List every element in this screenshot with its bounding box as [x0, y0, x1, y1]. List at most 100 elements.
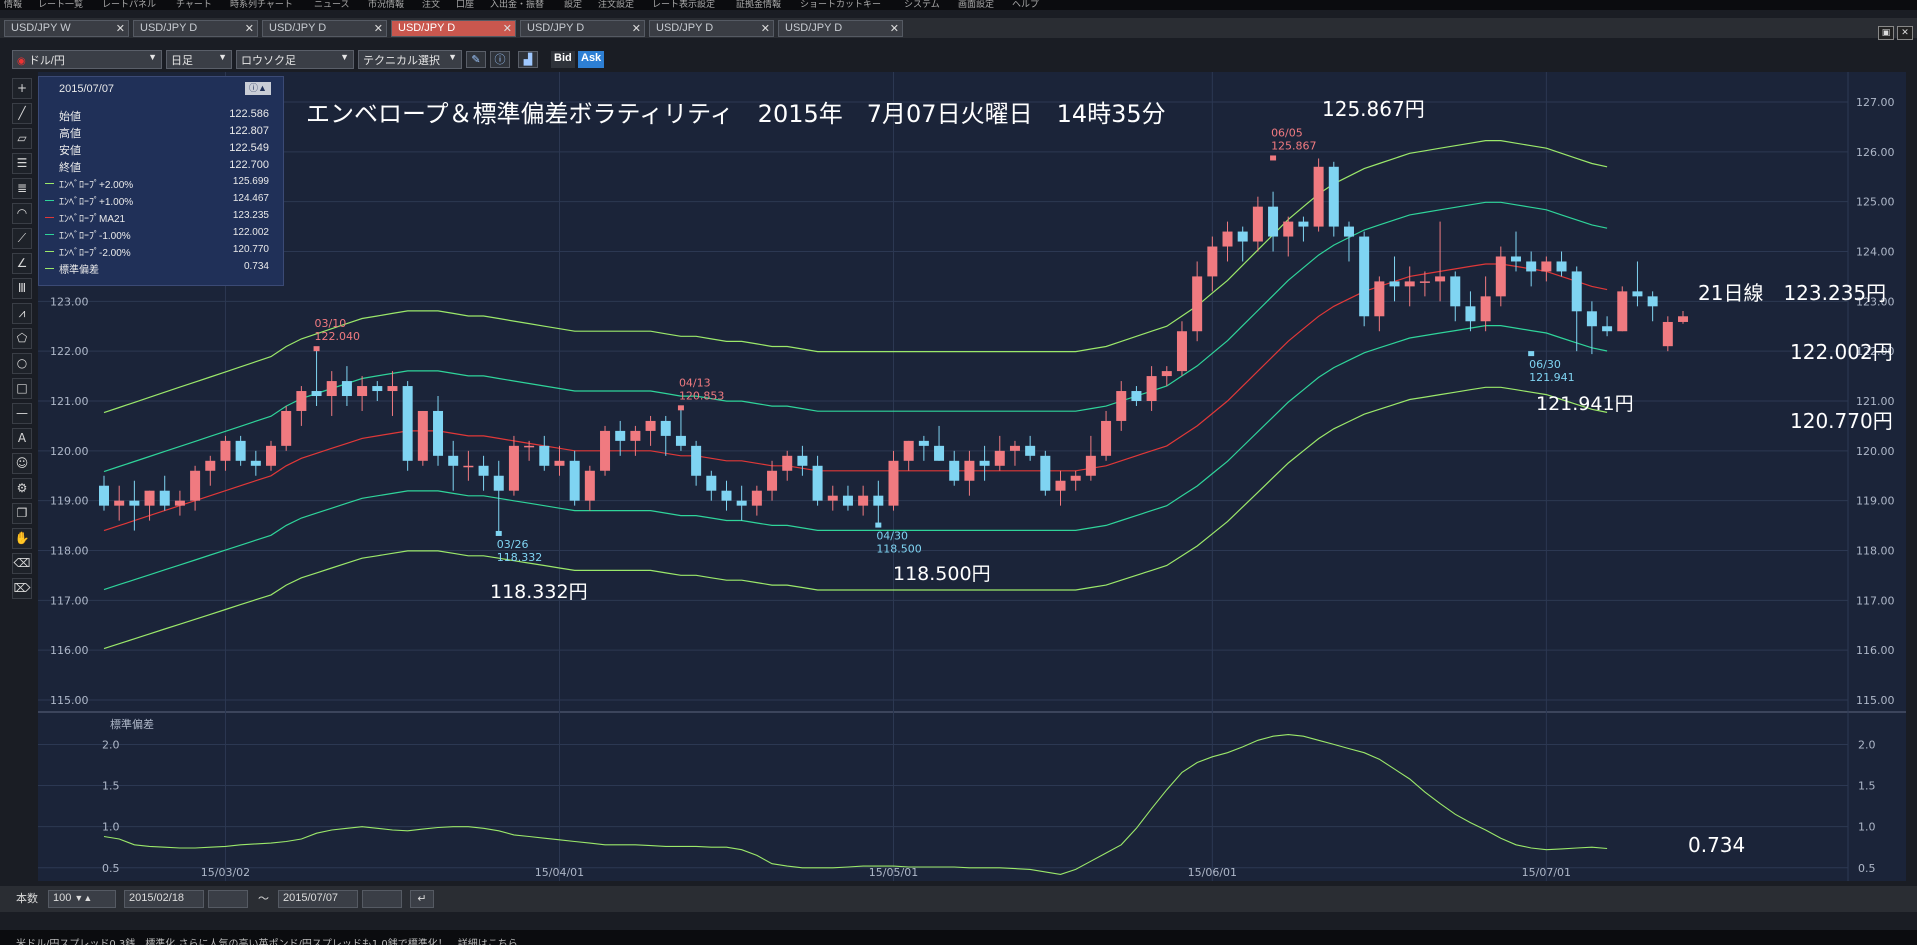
close-tab-icon[interactable]: ✕	[761, 22, 770, 35]
candle-body	[1419, 281, 1430, 283]
copy-icon[interactable]: ❐	[12, 503, 32, 524]
candle-body	[524, 445, 535, 448]
menu-item[interactable]: レート表示設定	[652, 0, 715, 10]
volume-chart-icon[interactable]: ▟	[518, 51, 538, 68]
fan-lines-icon[interactable]: ⟋	[12, 228, 32, 249]
price-chart[interactable]: 127.00127.00126.00126.00125.00125.00124.…	[38, 72, 1906, 881]
ma21-annotation: 21日線 123.235円	[1698, 281, 1886, 305]
pitchfork-icon[interactable]: ⩘	[12, 303, 32, 324]
chart-tab[interactable]: USD/JPY D ✕	[778, 20, 903, 37]
to-time-input[interactable]	[362, 890, 402, 908]
angle-icon[interactable]: ∠	[12, 253, 32, 274]
menu-item[interactable]: チャート	[176, 0, 212, 10]
candle-body	[1025, 445, 1036, 456]
menu-item[interactable]: 証拠金情報	[736, 0, 781, 10]
ask-button[interactable]: Ask	[578, 51, 605, 68]
price-tick-label: 117.00	[1856, 594, 1895, 607]
menu-item[interactable]: ニュース	[314, 0, 350, 10]
info-row: 始値 122.586	[43, 108, 279, 123]
menu-item[interactable]: 情報	[4, 0, 22, 10]
menu-item[interactable]: 口座	[456, 0, 474, 10]
info-icon[interactable]: ⓘ	[490, 51, 510, 68]
menu-item[interactable]: 注文設定	[598, 0, 634, 10]
icon-stamp-icon[interactable]: ☺	[12, 453, 32, 474]
footer-ticker[interactable]: 米ドル/円スプレッド0.3銭 標準化 さらに人気の高い英ポンド/円スプレッドも1…	[0, 930, 1917, 945]
menu-item[interactable]: 注文	[422, 0, 440, 10]
count-stepper[interactable]: 100 ▼▲	[48, 890, 116, 908]
menu-item[interactable]: 入出金・振替	[490, 0, 544, 10]
candle-body	[1541, 261, 1552, 272]
info-value: 120.770	[232, 244, 269, 255]
erase-all-icon[interactable]: ⌦	[12, 578, 32, 599]
chevron-down-icon: ▼	[148, 52, 157, 62]
hand-icon[interactable]: ✋	[12, 528, 32, 549]
to-date-input[interactable]: 2015/07/07	[278, 890, 358, 908]
stamp-settings-icon[interactable]: ⚙	[12, 478, 32, 499]
chart-tab[interactable]: USD/JPY W ✕	[4, 20, 129, 37]
currency-pair-select[interactable]: ◉ ドル/円 ▼	[12, 50, 162, 69]
pentagon-icon[interactable]: ⬠	[12, 328, 32, 349]
draw-pen-icon[interactable]: ✎	[466, 51, 486, 68]
crosshair-icon[interactable]: +	[12, 78, 32, 99]
close-tab-icon[interactable]: ✕	[632, 22, 641, 35]
ruler-icon[interactable]: ▱	[12, 128, 32, 149]
candle-body	[691, 445, 702, 476]
menu-item[interactable]: 時系列チャート	[230, 0, 293, 10]
refresh-icon[interactable]: ↵	[410, 890, 434, 908]
candle-body	[1465, 306, 1476, 322]
technical-select[interactable]: テクニカル選択 ▼	[358, 50, 462, 69]
trendline-icon[interactable]: ╱	[12, 103, 32, 124]
info-label: ｴﾝﾍﾞﾛｰﾌﾟMA21	[59, 214, 126, 225]
count-label: 本数	[16, 893, 38, 905]
chart-tab[interactable]: USD/JPY D ✕	[391, 20, 516, 37]
rectangle-icon[interactable]: □	[12, 378, 32, 399]
hline-icon[interactable]: —	[12, 403, 32, 424]
menu-item[interactable]: ショートカットキー	[800, 0, 881, 10]
close-icon[interactable]: ✕	[1897, 26, 1913, 40]
candle-body	[1116, 391, 1127, 421]
candle-body	[1252, 206, 1263, 242]
close-tab-icon[interactable]: ✕	[503, 22, 512, 35]
menu-item[interactable]: ヘルプ	[1012, 0, 1039, 10]
fibonacci-arc-icon[interactable]: ◠	[12, 203, 32, 224]
info-toggle-icon[interactable]: ⓘ▲	[245, 82, 271, 95]
circle-icon[interactable]: ○	[12, 353, 32, 374]
candle-body	[979, 460, 990, 466]
date-tick-label: 15/05/01	[869, 866, 918, 879]
eraser-icon[interactable]: ⌫	[12, 553, 32, 574]
close-tab-icon[interactable]: ✕	[245, 22, 254, 35]
candle-body	[1678, 316, 1688, 322]
chart-tab[interactable]: USD/JPY D ✕	[262, 20, 387, 37]
menu-item[interactable]: 市況情報	[368, 0, 404, 10]
maximize-icon[interactable]: ▣	[1878, 26, 1894, 40]
candle-body	[1176, 331, 1187, 372]
chart-tab[interactable]: USD/JPY D ✕	[520, 20, 645, 37]
menu-item[interactable]: 画面設定	[958, 0, 994, 10]
from-time-input[interactable]	[208, 890, 248, 908]
close-tab-icon[interactable]: ✕	[890, 22, 899, 35]
period-select[interactable]: 日足 ▼	[166, 50, 232, 69]
text-icon[interactable]: A	[12, 428, 32, 449]
info-label: 終値	[59, 162, 81, 174]
marker-value-label: 118.332	[497, 551, 543, 564]
tab-label: USD/JPY D	[398, 22, 456, 34]
horizontal-lines-icon[interactable]: ☰	[12, 153, 32, 174]
chart-type-select[interactable]: ロウソク足 ▼	[236, 50, 354, 69]
from-date-input[interactable]: 2015/02/18	[124, 890, 204, 908]
chart-tab[interactable]: USD/JPY D ✕	[649, 20, 774, 37]
menu-item[interactable]: レートパネル	[102, 0, 156, 10]
price-tick-label: 119.00	[1856, 495, 1895, 508]
menu-item[interactable]: システム	[904, 0, 940, 10]
candle-body	[1647, 296, 1658, 307]
candle-body	[630, 430, 641, 441]
menu-item[interactable]: レート一覧	[38, 0, 83, 10]
close-tab-icon[interactable]: ✕	[116, 22, 125, 35]
menu-item[interactable]: 設定	[564, 0, 582, 10]
chart-tab[interactable]: USD/JPY D ✕	[133, 20, 258, 37]
grid-lines-icon[interactable]: ≣	[12, 178, 32, 199]
chart-area[interactable]: 127.00127.00126.00126.00125.00125.00124.…	[38, 72, 1906, 881]
vertical-lines-icon[interactable]: Ⅲ	[12, 278, 32, 299]
close-tab-icon[interactable]: ✕	[374, 22, 383, 35]
candle-body	[1131, 391, 1142, 401]
bid-button[interactable]: Bid	[551, 51, 575, 68]
